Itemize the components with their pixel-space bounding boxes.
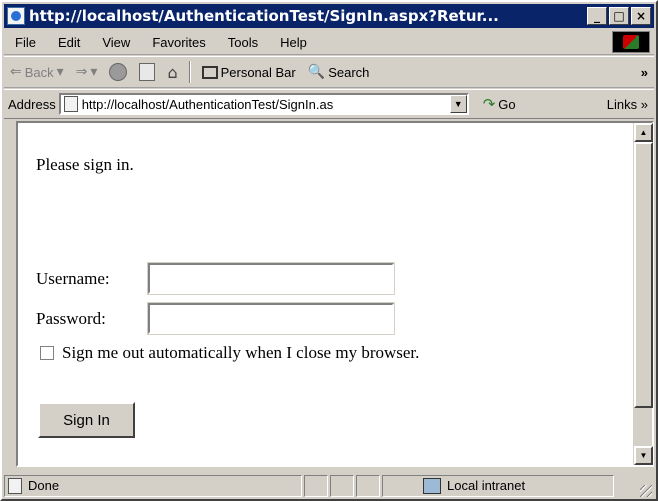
menu-view[interactable]: View	[91, 35, 141, 50]
back-label: Back	[24, 64, 54, 80]
search-icon: 🔍	[307, 64, 326, 80]
menu-edit[interactable]: Edit	[47, 35, 91, 50]
search-button[interactable]: 🔍 Search	[302, 64, 376, 80]
address-input[interactable]: http://localhost/AuthenticationTest/Sign…	[58, 93, 469, 115]
sign-in-button[interactable]: Sign In	[38, 402, 135, 438]
personal-bar-icon	[201, 65, 218, 79]
minimize-button[interactable]: _	[587, 7, 607, 25]
address-label: Address	[8, 96, 56, 112]
title-bar[interactable]: http://localhost/AuthenticationTest/Sign…	[4, 4, 654, 28]
home-icon: ⌂	[167, 62, 178, 82]
chevron-down-icon: ▾	[90, 64, 98, 80]
password-label: Password:	[36, 308, 106, 328]
stop-icon	[109, 63, 128, 81]
menu-file[interactable]: File	[4, 35, 47, 50]
page-viewport: Please sign in. Username: Password: Sign…	[16, 121, 654, 467]
chevron-down-icon: ▾	[56, 64, 64, 80]
browser-window: http://localhost/AuthenticationTest/Sign…	[0, 0, 658, 501]
username-input[interactable]	[147, 262, 395, 295]
username-row: Username:	[36, 262, 395, 295]
forward-button[interactable]: ⇒ ▾	[70, 64, 104, 80]
username-label: Username:	[36, 268, 110, 288]
address-bar: Address http://localhost/AuthenticationT…	[4, 89, 654, 119]
menu-tools[interactable]: Tools	[217, 35, 269, 50]
password-row: Password:	[36, 302, 395, 335]
menu-bar: File Edit View Favorites Tools Help	[4, 30, 654, 55]
personal-bar-label: Personal Bar	[220, 64, 296, 80]
auto-signout-label[interactable]: Sign me out automatically when I close m…	[62, 343, 419, 363]
address-url[interactable]: http://localhost/AuthenticationTest/Sign…	[82, 97, 450, 112]
refresh-button[interactable]	[133, 63, 161, 81]
status-panel-empty	[356, 474, 380, 497]
scroll-down-button[interactable]: ▼	[634, 446, 653, 465]
status-panel: Done	[4, 474, 302, 497]
status-panel-empty	[304, 474, 328, 497]
home-button[interactable]: ⌂	[161, 63, 183, 82]
menu-help[interactable]: Help	[269, 35, 318, 50]
standard-toolbar: ⇐ Back ▾ ⇒ ▾ ⌂ Personal Bar 🔍 Search »	[4, 56, 654, 88]
windows-logo-icon	[612, 31, 650, 53]
stop-button[interactable]	[103, 63, 133, 81]
window-title: http://localhost/AuthenticationTest/Sign…	[29, 7, 499, 25]
personal-bar-button[interactable]: Personal Bar	[196, 65, 302, 80]
zone-text: Local intranet	[447, 478, 526, 493]
vertical-scrollbar[interactable]: ▲ ▼	[633, 123, 653, 465]
back-arrow-icon: ⇐	[10, 64, 22, 80]
page-done-icon	[8, 477, 22, 494]
status-bar: Done Local intranet	[4, 472, 654, 499]
go-label: Go	[498, 96, 516, 112]
close-button[interactable]: ×	[631, 7, 651, 25]
sign-in-prompt: Please sign in.	[36, 155, 134, 174]
toolbar-separator	[188, 61, 191, 83]
status-text: Done	[28, 478, 60, 493]
page-icon	[63, 96, 78, 112]
links-button[interactable]: Links »	[607, 97, 648, 112]
scroll-thumb[interactable]	[634, 142, 653, 408]
scroll-up-button[interactable]: ▲	[634, 123, 653, 142]
menu-favorites[interactable]: Favorites	[141, 35, 216, 50]
maximize-button[interactable]: □	[609, 7, 629, 25]
refresh-icon	[139, 63, 156, 81]
resize-grip[interactable]	[640, 485, 652, 497]
search-label: Search	[328, 64, 370, 80]
security-zone-panel: Local intranet	[382, 474, 614, 497]
ie-page-icon	[7, 7, 25, 25]
address-dropdown-button[interactable]: ▼	[449, 95, 467, 113]
back-button[interactable]: ⇐ Back ▾	[4, 64, 70, 80]
go-button[interactable]: ↷ Go	[483, 95, 516, 113]
toolbar-more-chevron[interactable]: »	[641, 65, 648, 80]
forward-arrow-icon: ⇒	[75, 64, 88, 80]
page-content: Please sign in. Username: Password: Sign…	[18, 123, 633, 465]
auto-signout-checkbox[interactable]	[40, 346, 54, 360]
go-arrow-icon: ↷	[482, 95, 496, 113]
status-panel-empty	[330, 474, 354, 497]
password-input[interactable]	[147, 302, 395, 335]
remember-row: Sign me out automatically when I close m…	[40, 343, 419, 363]
intranet-zone-icon	[423, 477, 441, 494]
